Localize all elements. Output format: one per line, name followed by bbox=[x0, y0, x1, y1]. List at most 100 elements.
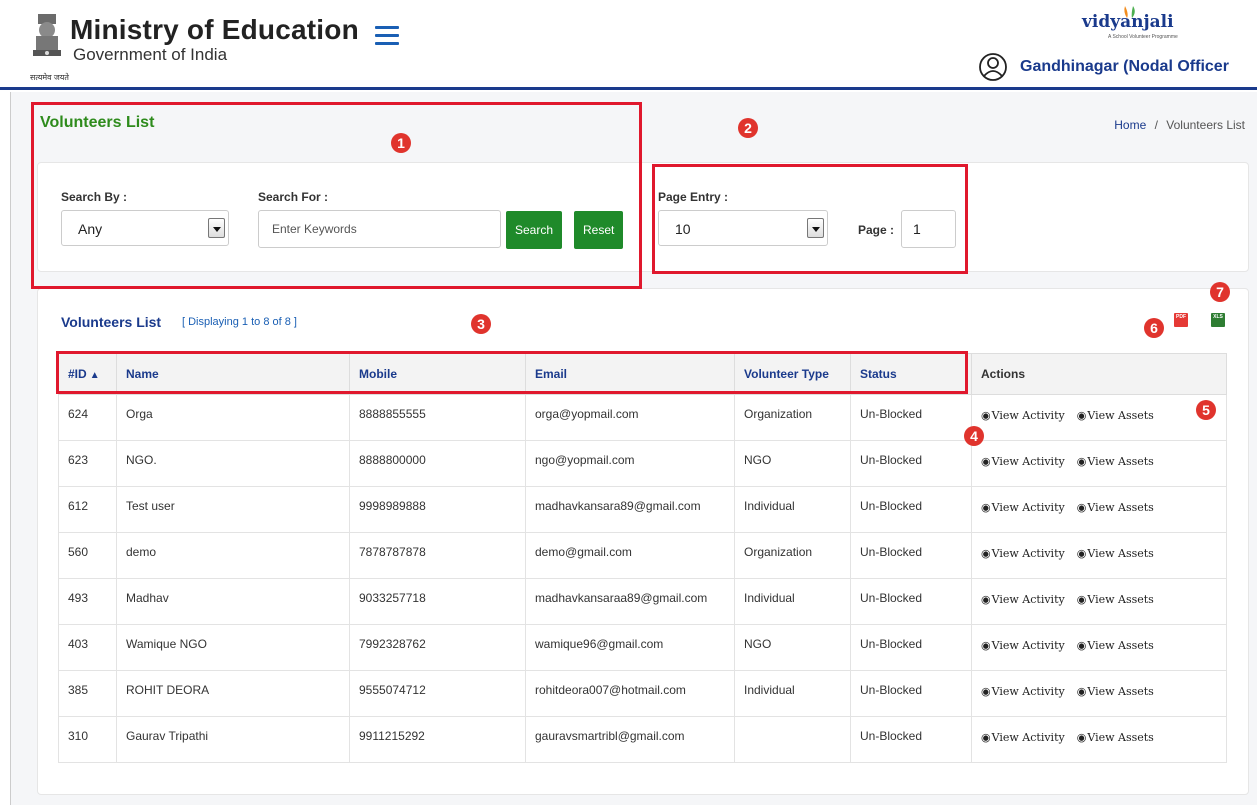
brand-title: Ministry of Education bbox=[70, 14, 359, 45]
view-assets-link[interactable]: ◉View Assets bbox=[1077, 547, 1154, 560]
cell-status: Un-Blocked bbox=[850, 486, 972, 533]
action-label: View Assets bbox=[1087, 409, 1154, 422]
action-label: View Assets bbox=[1087, 501, 1154, 514]
table-row: 560 demo 7878787878 demo@gmail.com Organizat… bbox=[58, 532, 1227, 579]
eye-icon: ◉ bbox=[981, 685, 991, 698]
eye-icon: ◉ bbox=[1076, 685, 1087, 698]
view-activity-link[interactable]: ◉View Activity bbox=[981, 731, 1065, 744]
cell-actions: ◉View Activity ◉View Assets bbox=[971, 670, 1227, 717]
action-label: View Activity bbox=[991, 639, 1065, 652]
table-row: 310 Gaurav Tripathi 9911215292 gauravsmartr… bbox=[58, 716, 1227, 763]
cell-email: gauravsmartribl@gmail.com bbox=[525, 716, 735, 763]
cell-email: madhavkansaraa89@gmail.com bbox=[525, 578, 735, 625]
annotation-badge: 4 bbox=[964, 426, 984, 446]
emblem-caption: सत्यमेव जयते bbox=[30, 73, 69, 82]
annotation-badge: 2 bbox=[738, 118, 758, 138]
volunteers-table: #ID ▲ Name Mobile Email Volunteer Type St… bbox=[58, 353, 1227, 763]
table-row: 623 NGO. 8888800000 ngo@yopmail.com NGO Un-Bl… bbox=[58, 440, 1227, 487]
action-label: View Assets bbox=[1087, 455, 1154, 468]
national-emblem-icon bbox=[33, 14, 61, 56]
action-label: View Assets bbox=[1087, 685, 1154, 698]
view-assets-link[interactable]: ◉View Assets bbox=[1077, 639, 1154, 652]
cell-volunteer-type: Individual bbox=[734, 670, 851, 717]
view-assets-link[interactable]: ◉View Assets bbox=[1077, 501, 1154, 514]
action-label: View Activity bbox=[991, 455, 1065, 468]
view-activity-link[interactable]: ◉View Activity bbox=[981, 685, 1065, 698]
cell-volunteer-type: NGO bbox=[734, 624, 851, 671]
cell-name: NGO. bbox=[116, 440, 350, 487]
pdf-export-icon[interactable]: PDF bbox=[1174, 313, 1188, 327]
brand-subtitle: Government of India bbox=[73, 45, 228, 64]
view-activity-link[interactable]: ◉View Activity bbox=[981, 639, 1065, 652]
cell-mobile: 9033257718 bbox=[349, 578, 526, 625]
user-avatar-icon[interactable] bbox=[978, 52, 1008, 82]
view-assets-link[interactable]: ◉View Assets bbox=[1077, 455, 1154, 468]
eye-icon: ◉ bbox=[981, 409, 991, 422]
cell-id: 385 bbox=[58, 670, 117, 717]
view-assets-link[interactable]: ◉View Assets bbox=[1077, 685, 1154, 698]
eye-icon: ◉ bbox=[981, 501, 991, 514]
logo-wordmark: vidyanjali bbox=[1082, 12, 1174, 32]
view-assets-link[interactable]: ◉View Assets bbox=[1077, 409, 1154, 422]
cell-actions: ◉View Activity ◉View Assets bbox=[971, 394, 1227, 441]
cell-mobile: 8888855555 bbox=[349, 394, 526, 441]
eye-icon: ◉ bbox=[981, 547, 991, 560]
cell-mobile: 9911215292 bbox=[349, 716, 526, 763]
eye-icon: ◉ bbox=[981, 593, 991, 606]
eye-icon: ◉ bbox=[1076, 455, 1087, 468]
cell-email: orga@yopmail.com bbox=[525, 394, 735, 441]
table-row: 493 Madhav 9033257718 madhavkansaraa89@gmai… bbox=[58, 578, 1227, 625]
cell-email: demo@gmail.com bbox=[525, 532, 735, 579]
view-activity-link[interactable]: ◉View Activity bbox=[981, 409, 1065, 422]
annotation-badge: 7 bbox=[1210, 282, 1230, 302]
view-activity-link[interactable]: ◉View Activity bbox=[981, 547, 1065, 560]
annotation-box-pagination bbox=[652, 164, 968, 274]
menu-toggle-icon[interactable] bbox=[375, 26, 399, 46]
cell-name: demo bbox=[116, 532, 350, 579]
cell-status: Un-Blocked bbox=[850, 394, 972, 441]
cell-volunteer-type: Organization bbox=[734, 532, 851, 579]
cell-volunteer-type: Individual bbox=[734, 486, 851, 533]
column-header-actions: Actions bbox=[971, 353, 1227, 395]
eye-icon: ◉ bbox=[1076, 409, 1087, 422]
eye-icon: ◉ bbox=[981, 731, 991, 744]
eye-icon: ◉ bbox=[981, 639, 991, 652]
cell-mobile: 7878787878 bbox=[349, 532, 526, 579]
action-label: View Activity bbox=[991, 593, 1065, 606]
logo-tagline: A School Volunteer Programme bbox=[1108, 34, 1178, 40]
cell-name: Orga bbox=[116, 394, 350, 441]
action-label: View Activity bbox=[991, 731, 1065, 744]
action-label: View Activity bbox=[991, 501, 1065, 514]
action-label: View Activity bbox=[991, 547, 1065, 560]
cell-email: rohitdeora007@hotmail.com bbox=[525, 670, 735, 717]
list-title: Volunteers List bbox=[61, 314, 162, 330]
view-activity-link[interactable]: ◉View Activity bbox=[981, 455, 1065, 468]
cell-email: wamique96@gmail.com bbox=[525, 624, 735, 671]
action-label: View Assets bbox=[1087, 731, 1154, 744]
cell-mobile: 9555074712 bbox=[349, 670, 526, 717]
view-activity-link[interactable]: ◉View Activity bbox=[981, 593, 1065, 606]
eye-icon: ◉ bbox=[1076, 731, 1087, 744]
user-name[interactable]: Gandhinagar (Nodal Officer bbox=[1020, 58, 1229, 76]
action-label: View Assets bbox=[1087, 547, 1154, 560]
cell-mobile: 8888800000 bbox=[349, 440, 526, 487]
view-assets-link[interactable]: ◉View Assets bbox=[1077, 593, 1154, 606]
xls-export-icon[interactable]: XLS bbox=[1211, 313, 1225, 327]
eye-icon: ◉ bbox=[1076, 593, 1087, 606]
cell-volunteer-type: Organization bbox=[734, 394, 851, 441]
view-activity-link[interactable]: ◉View Activity bbox=[981, 501, 1065, 514]
eye-icon: ◉ bbox=[1076, 639, 1087, 652]
cell-name: Test user bbox=[116, 486, 350, 533]
table-row: 403 Wamique NGO 7992328762 wamique96@gmail.… bbox=[58, 624, 1227, 671]
cell-status: Un-Blocked bbox=[850, 716, 972, 763]
cell-name: Gaurav Tripathi bbox=[116, 716, 350, 763]
cell-name: Wamique NGO bbox=[116, 624, 350, 671]
annotation-badge: 5 bbox=[1196, 400, 1216, 420]
cell-email: madhavkansara89@gmail.com bbox=[525, 486, 735, 533]
cell-name: Madhav bbox=[116, 578, 350, 625]
view-assets-link[interactable]: ◉View Assets bbox=[1077, 731, 1154, 744]
cell-actions: ◉View Activity ◉View Assets bbox=[971, 716, 1227, 763]
table-row: 385 ROHIT DEORA 9555074712 rohitdeora007@ho… bbox=[58, 670, 1227, 717]
breadcrumb-home-link[interactable]: Home bbox=[1114, 118, 1146, 132]
cell-volunteer-type bbox=[734, 716, 851, 763]
